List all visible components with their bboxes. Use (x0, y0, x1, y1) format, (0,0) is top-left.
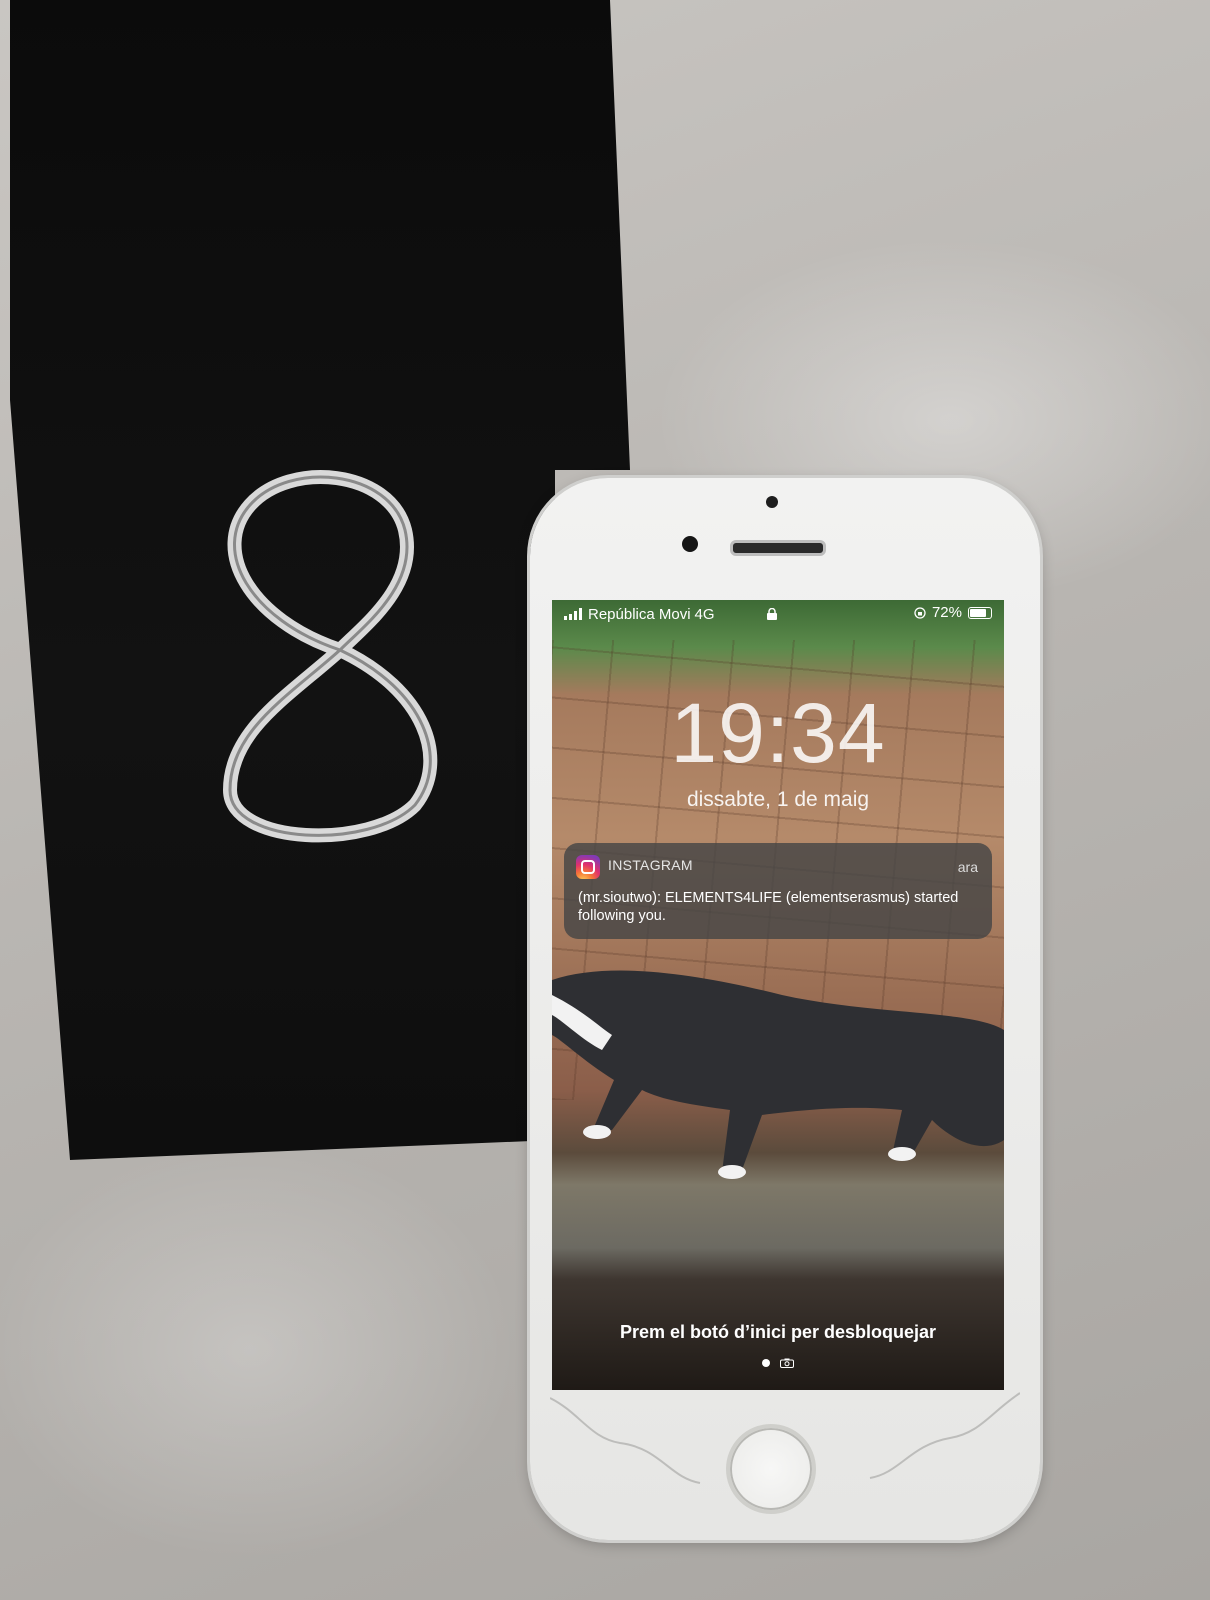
battery-icon (968, 606, 992, 619)
rotation-lock-icon (914, 606, 926, 619)
network-type: 4G (694, 605, 715, 623)
status-bar: República Movi 4G 72% (552, 600, 1004, 628)
notification-app-name: INSTAGRAM (608, 857, 693, 873)
lock-screen[interactable]: República Movi 4G 72% 19:34 dissabte, 1 … (552, 600, 1004, 1390)
page-indicator (552, 1358, 1004, 1368)
camera-icon[interactable] (780, 1358, 794, 1368)
instagram-icon (576, 855, 600, 879)
unlock-hint: Prem el botó d’inici per desbloquejar (619, 1322, 937, 1342)
home-button[interactable] (726, 1424, 816, 1514)
iphone: República Movi 4G 72% 19:34 dissabte, 1 … (530, 478, 1040, 1540)
carrier-name: República Movi (588, 605, 691, 623)
notification-time: ara (957, 859, 978, 875)
proximity-sensor (766, 496, 778, 508)
handwritten-eight: 8 (223, 470, 438, 843)
signal-bars-icon (564, 608, 582, 620)
clock-date: dissabte, 1 de maig (686, 788, 870, 811)
front-camera (682, 536, 698, 552)
clock-time: 19:34 (670, 686, 886, 780)
notification-message: (mr.sioutwo): ELEMENTS4LIFE (elementsera… (578, 890, 959, 924)
battery-percentage: 72% (931, 604, 962, 621)
page-dot (762, 1359, 770, 1367)
lock-icon (767, 608, 777, 620)
earpiece-speaker (730, 540, 826, 556)
instagram-notification[interactable]: INSTAGRAM ara (mr.sioutwo): ELEMENTS4LIF… (564, 843, 992, 939)
wallpaper-cat (552, 970, 1004, 1179)
